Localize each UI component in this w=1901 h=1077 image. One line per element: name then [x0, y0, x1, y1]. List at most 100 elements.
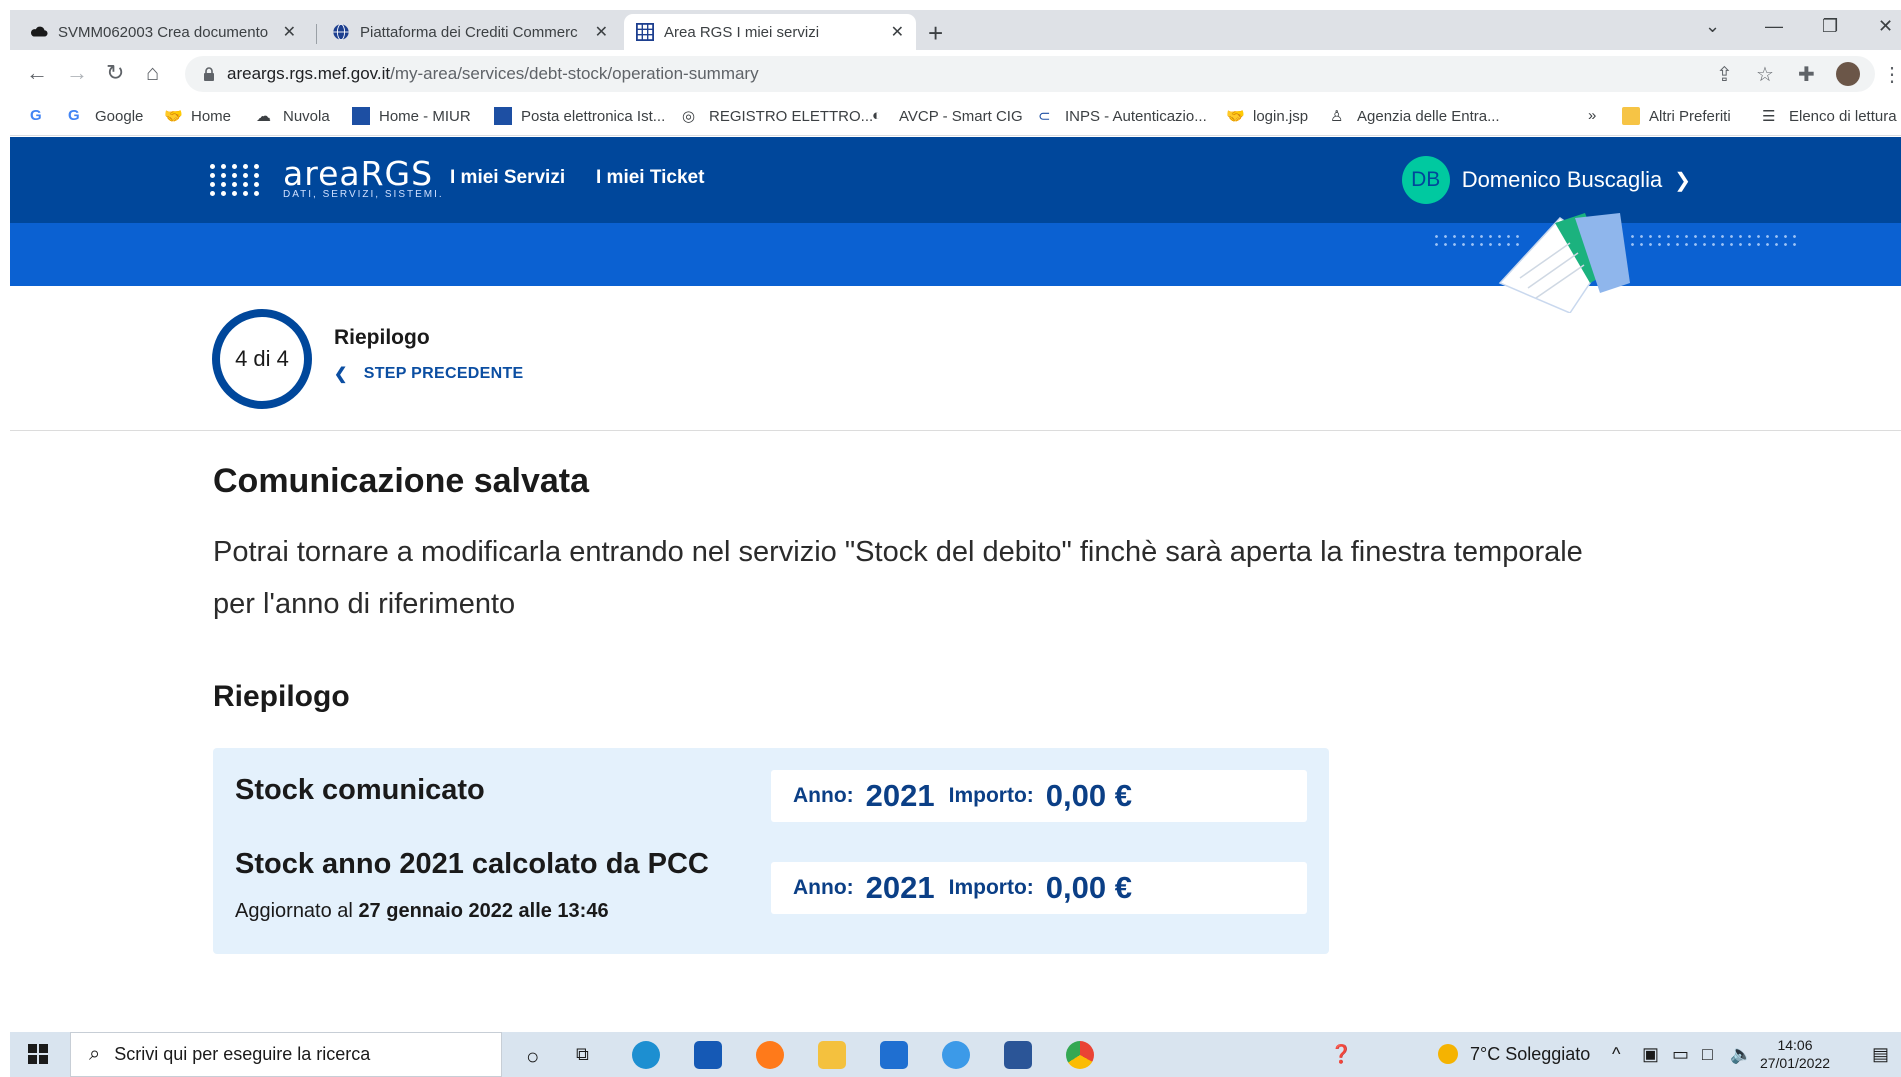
bookmark-miur[interactable]: Home - MIUR [352, 107, 471, 125]
documents-illustration-icon [1498, 213, 1630, 313]
row-stock-pcc-label: Stock anno 2021 calcolato da PCC [235, 848, 709, 880]
tray-chevron-up-icon[interactable]: ^ [1612, 1044, 1620, 1065]
store-icon[interactable] [694, 1041, 722, 1069]
nav-miei-ticket[interactable]: I miei Ticket [596, 167, 704, 189]
logo-brand: areaRGS [283, 154, 434, 193]
notifications-icon[interactable]: ▤ [1872, 1044, 1889, 1065]
tab-svmm[interactable]: SVMM062003 Crea documento ✕ [18, 14, 308, 50]
bookmark-nuvola[interactable]: ☁ Nuvola [256, 107, 330, 126]
bookmark-registro[interactable]: ◎ REGISTRO ELETTRO... [682, 107, 873, 126]
home-icon[interactable]: ⌂ [146, 60, 159, 86]
windows-taskbar: ⌕ Scrivi qui per eseguire la ricerca ○ ⧉… [10, 1032, 1901, 1077]
tab-search-chevron-icon[interactable]: ⌄ [1705, 16, 1720, 37]
sun-weather-icon [1438, 1044, 1458, 1064]
file-explorer-icon[interactable] [818, 1041, 846, 1069]
close-window-icon[interactable]: ✕ [1878, 16, 1893, 37]
emblem-icon [352, 107, 370, 125]
system-clock[interactable]: 14:06 27/01/2022 [1750, 1036, 1840, 1072]
close-tab-icon[interactable]: ✕ [891, 22, 904, 42]
reading-list-button[interactable]: ☰ Elenco di lettura [1762, 107, 1897, 126]
logo-tagline: DATI, SERVIZI, SISTEMI. [283, 189, 444, 200]
bookmark-inps[interactable]: ⊂ INPS - Autenticazio... [1038, 107, 1207, 126]
bookmark-avcp[interactable]: ◐ AVCP - Smart CIG [872, 107, 1023, 125]
address-bar[interactable]: areargs.rgs.mef.gov.it/my-area/services/… [185, 56, 1875, 92]
url-host: areargs.rgs.mef.gov.it [227, 64, 391, 83]
inps-icon: ⊂ [1038, 108, 1051, 125]
help-icon[interactable]: ❓ [1330, 1044, 1352, 1065]
divider [10, 430, 1901, 431]
cloud-icon [30, 26, 48, 37]
reading-list-icon: ☰ [1762, 108, 1776, 125]
reload-icon[interactable]: ↻ [106, 60, 124, 86]
chevron-down-icon: ❯ [1674, 169, 1691, 192]
browser-toolbar: ← → ↻ ⌂ areargs.rgs.mef.gov.it/my-area/s… [10, 50, 1901, 98]
word-icon[interactable] [1004, 1041, 1032, 1069]
network-icon[interactable]: □ [1702, 1044, 1713, 1065]
bookmark-google[interactable]: G Google [68, 107, 143, 125]
summary-card: Stock comunicato Anno: 2021 Importo: 0,0… [213, 748, 1329, 954]
bookmark-login[interactable]: 🤝 login.jsp [1226, 107, 1308, 126]
internet-explorer-icon[interactable] [942, 1041, 970, 1069]
bookmarks-bar: G G Google 🤝 Home ☁ Nuvola Home - MIUR Post… [10, 98, 1901, 136]
user-name: Domenico Buscaglia [1461, 167, 1663, 192]
mail-icon[interactable] [880, 1041, 908, 1069]
nav-miei-servizi[interactable]: I miei Servizi [450, 167, 565, 189]
weather-label[interactable]: 7°C Soleggiato [1470, 1044, 1590, 1065]
taskbar-search-input[interactable]: ⌕ Scrivi qui per eseguire la ricerca [70, 1032, 502, 1077]
step-counter: 4 di 4 [235, 346, 289, 371]
forward-icon[interactable]: → [66, 60, 88, 86]
previous-step-link[interactable]: ❮ STEP PRECEDENTE [334, 364, 524, 384]
search-icon: ⌕ [89, 1043, 101, 1065]
battery-icon[interactable]: ▭ [1672, 1044, 1689, 1065]
back-icon[interactable]: ← [26, 60, 48, 86]
grid-icon [636, 23, 654, 41]
profile-avatar[interactable] [1836, 62, 1860, 86]
bookmark-altri-preferiti[interactable]: Altri Preferiti [1622, 107, 1731, 125]
share-icon[interactable]: ⇪ [1716, 62, 1733, 87]
task-view-icon[interactable]: ⧉ [576, 1044, 589, 1065]
emblem-icon [494, 107, 512, 125]
extensions-icon[interactable]: ✚ [1798, 62, 1815, 87]
tab-title: SVMM062003 Crea documento [58, 23, 269, 41]
hero-banner [10, 213, 1901, 313]
tab-separator [316, 24, 317, 44]
new-tab-button[interactable]: + [928, 18, 943, 49]
areargs-logo[interactable]: areaRGS DATI, SERVIZI, SISTEMI. [210, 154, 444, 200]
google-g-icon[interactable]: G [30, 107, 42, 124]
minimize-icon[interactable]: — [1765, 16, 1783, 37]
edge-icon[interactable] [632, 1041, 660, 1069]
close-tab-icon[interactable]: ✕ [595, 22, 608, 42]
app-header: areaRGS DATI, SERVIZI, SISTEMI. I miei S… [10, 137, 1901, 223]
step-progress-indicator: 4 di 4 [212, 309, 312, 409]
bookmark-agenzia[interactable]: ♙ Agenzia delle Entra... [1330, 107, 1500, 126]
tab-area-rgs[interactable]: Area RGS I miei servizi ✕ [624, 14, 916, 50]
summary-heading: Riepilogo [213, 680, 350, 713]
row-stock-pcc-value: Anno: 2021 Importo: 0,00 € [771, 862, 1307, 914]
tab-piattaforma[interactable]: Piattaforma dei Crediti Commerc ✕ [320, 14, 620, 50]
cloud-icon: ☁ [256, 108, 271, 125]
row-stock-comunicato-value: Anno: 2021 Importo: 0,00 € [771, 770, 1307, 822]
page-title: Comunicazione salvata [213, 462, 590, 500]
cortana-icon[interactable]: ○ [526, 1044, 539, 1070]
logo-dots-icon [210, 163, 261, 196]
previous-step-label: STEP PRECEDENTE [363, 365, 524, 382]
step-title: Riepilogo [334, 326, 430, 349]
more-bookmarks-button[interactable]: » [1588, 107, 1596, 124]
close-tab-icon[interactable]: ✕ [283, 22, 296, 42]
bookmark-home[interactable]: 🤝 Home [164, 107, 231, 126]
globe-icon [333, 23, 349, 41]
network-drive-icon[interactable]: ▣ [1642, 1044, 1659, 1065]
avatar: DB [1401, 156, 1450, 204]
avcp-icon: ◐ [872, 107, 882, 124]
chrome-icon[interactable] [1066, 1041, 1094, 1069]
restore-icon[interactable]: ❐ [1822, 16, 1838, 37]
menu-icon[interactable]: ⋮ [1882, 62, 1901, 87]
star-icon[interactable]: ☆ [1756, 62, 1774, 87]
tab-title: Piattaforma dei Crediti Commerc [360, 23, 578, 41]
lock-icon [204, 67, 214, 81]
bookmark-posta[interactable]: Posta elettronica Ist... [494, 107, 665, 125]
windows-start-icon[interactable] [28, 1044, 48, 1064]
firefox-icon[interactable] [756, 1041, 784, 1069]
user-menu[interactable]: DB Domenico Buscaglia ❯ [1401, 156, 1691, 204]
handshake-icon: 🤝 [1226, 108, 1245, 125]
